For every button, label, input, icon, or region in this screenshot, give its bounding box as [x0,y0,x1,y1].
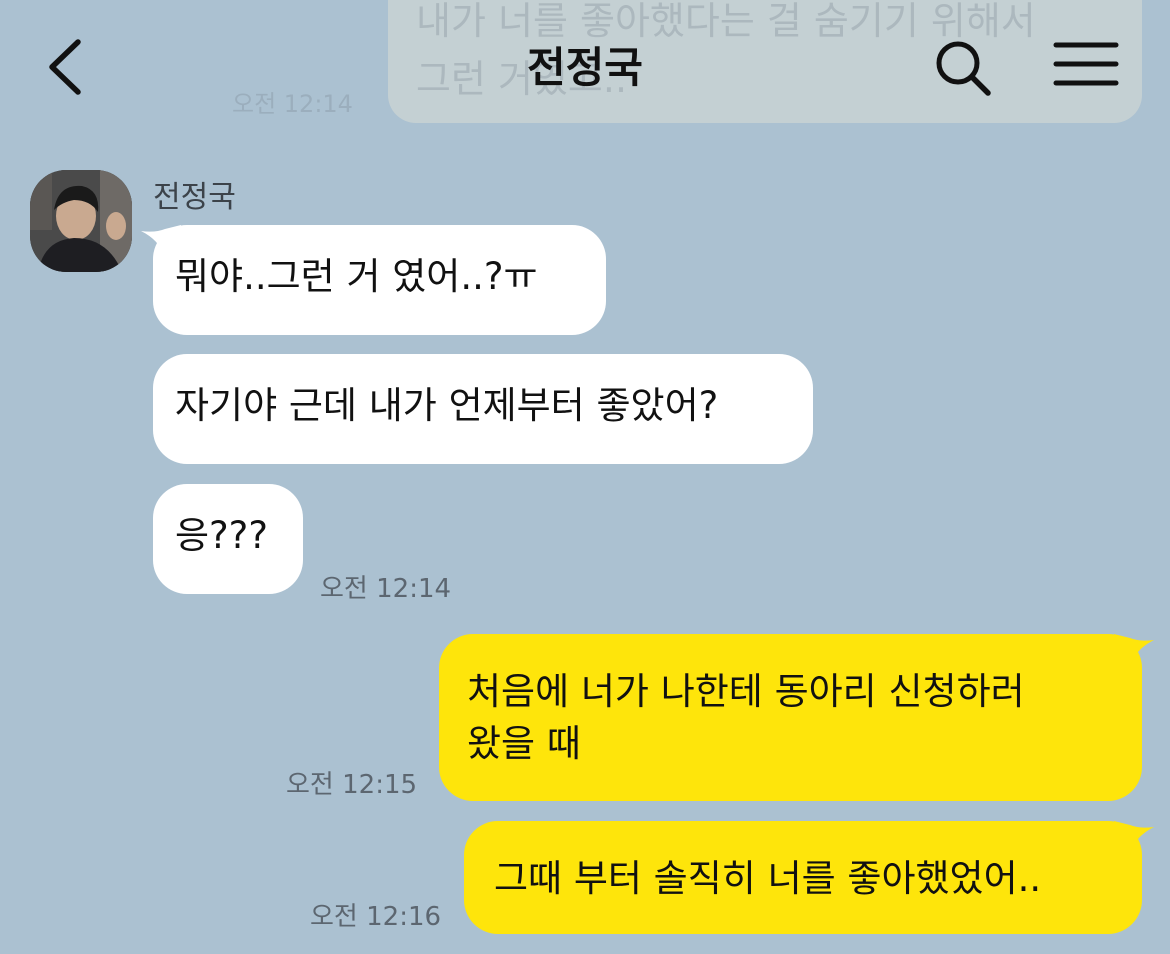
hamburger-menu-icon [1053,42,1119,86]
message-text: 응??? [175,514,268,557]
message-bubble[interactable]: 처음에 너가 나한테 동아리 신청하러 왔을 때 [439,634,1154,801]
message-text-line: 처음에 너가 나한테 동아리 신청하러 [467,670,1025,713]
message-bubble[interactable]: 자기야 근데 내가 언제부터 좋았어? [153,354,813,464]
profile-photo [30,170,132,272]
bubble-tail [1114,634,1154,668]
message-text-line: 왔을 때 [467,722,581,765]
message-text: 그때 부터 솔직히 너를 좋아했었어.. [494,857,1042,900]
message-text: 뭐야..그런 거 였어..?ㅠ [175,255,538,298]
back-button[interactable] [38,36,98,96]
chevron-left-icon [49,39,81,95]
message-text: 자기야 근데 내가 언제부터 좋았어? [175,384,719,427]
menu-button[interactable] [1050,40,1122,94]
message-bubble[interactable]: 그때 부터 솔직히 너를 좋아했었어.. [464,821,1154,934]
search-icon [936,41,991,96]
bubble-tail [1114,821,1154,855]
bubble-tail [141,225,181,259]
message-time: 오전 12:14 [320,574,452,604]
message-time: 오전 12:15 [286,770,418,800]
avatar[interactable] [30,170,132,272]
search-button[interactable] [930,36,996,102]
scrolled-message-time: 오전 12:14 [232,90,353,118]
message-bubble[interactable]: 뭐야..그런 거 였어..?ㅠ [141,225,606,335]
message-bubble[interactable]: 응??? [153,484,303,594]
sender-name: 전정국 [153,180,236,215]
chat-header: 내가 너를 좋아했다는 걸 숨기기 위해서 그런 거였고.. 오전 12:14 … [0,0,1170,133]
scrolled-message-text: 내가 너를 좋아했다는 걸 숨기기 위해서 그런 거였고.. [416,0,1036,101]
message-time: 오전 12:16 [310,902,442,932]
